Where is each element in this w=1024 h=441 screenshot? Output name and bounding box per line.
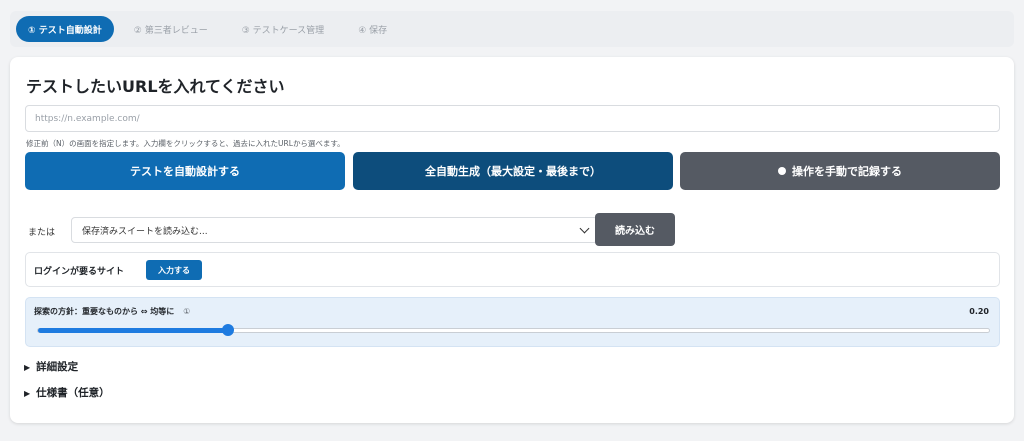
policy-box: 探索の方針：重要なものから ⇔ 均等に ① 0.20	[25, 297, 1000, 347]
triangle-right-icon: ▶	[24, 389, 31, 398]
suite-select[interactable]: 保存済みスイートを読み込む...	[71, 217, 598, 243]
suite-select-value: 保存済みスイートを読み込む...	[82, 226, 208, 237]
stepper: ① テスト自動設計 ② 第三者レビュー ③ テストケース管理 ④ 保存	[10, 11, 1014, 47]
login-box: ログインが要るサイト 入力する	[25, 252, 1000, 287]
step-testcase-management[interactable]: ③ テストケース管理	[228, 16, 338, 42]
step-save[interactable]: ④ 保存	[344, 16, 401, 42]
login-label: ログインが要るサイト	[34, 267, 125, 277]
policy-value: 0.20	[969, 307, 989, 316]
policy-slider[interactable]	[37, 324, 990, 336]
policy-label: 探索の方針：重要なものから ⇔ 均等に ①	[34, 306, 190, 317]
auto-design-button[interactable]: テストを自動設計する	[25, 152, 345, 190]
record-dot-icon	[778, 167, 786, 175]
step-review[interactable]: ② 第三者レビュー	[120, 16, 222, 42]
spec-toggle[interactable]: ▶ 仕様書（任意）	[24, 385, 110, 400]
main-card: テストしたいURLを入れてください 修正前（N）の画面を指定します。入力欄をクリ…	[10, 57, 1014, 423]
slider-thumb[interactable]	[222, 324, 235, 336]
load-button[interactable]: 読み込む	[595, 213, 675, 246]
login-enter-button[interactable]: 入力する	[146, 260, 202, 280]
chevron-down-icon	[579, 223, 590, 234]
manual-record-button[interactable]: 操作を手動で記録する	[680, 152, 1000, 190]
page-title: テストしたいURLを入れてください	[26, 77, 285, 96]
spec-label: 仕様書（任意）	[36, 387, 110, 399]
manual-record-label: 操作を手動で記録する	[792, 165, 902, 178]
triangle-right-icon: ▶	[24, 363, 31, 372]
or-label: または	[28, 228, 56, 238]
url-input[interactable]	[25, 105, 1000, 132]
info-icon[interactable]: ①	[183, 307, 190, 316]
advanced-settings-toggle[interactable]: ▶ 詳細設定	[24, 359, 78, 374]
policy-label-text: 探索の方針：重要なものから ⇔ 均等に	[34, 307, 175, 316]
step-test-design[interactable]: ① テスト自動設計	[16, 16, 114, 42]
slider-fill	[38, 328, 229, 333]
full-auto-button[interactable]: 全自動生成（最大設定・最後まで）	[353, 152, 673, 190]
advanced-settings-label: 詳細設定	[36, 361, 79, 373]
url-hint: 修正前（N）の画面を指定します。入力欄をクリックすると、過去に入れたURLから選…	[26, 139, 345, 148]
